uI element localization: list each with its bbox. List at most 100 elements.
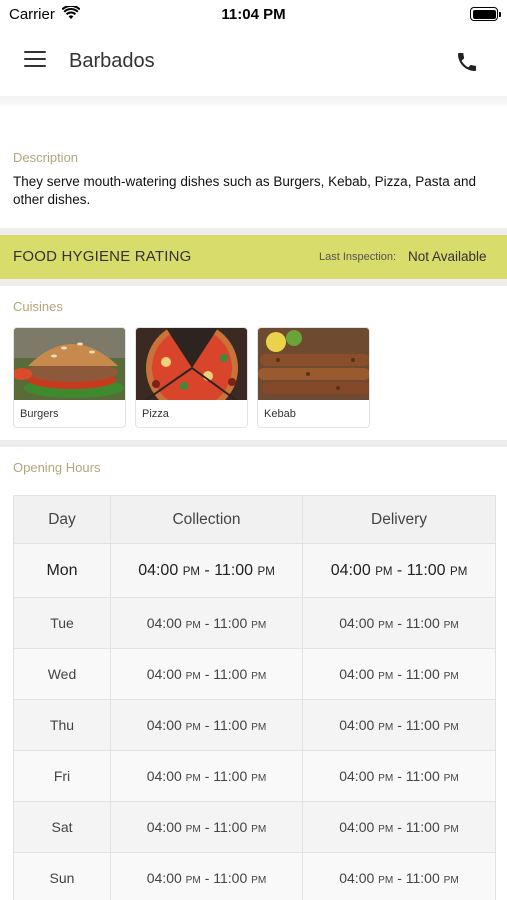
section-divider [0, 279, 507, 286]
description-text: They serve mouth-watering dishes such as… [13, 174, 476, 207]
close-time: 11:00 [213, 717, 248, 733]
open-time: 04:00 [339, 819, 375, 835]
hamburger-menu-icon[interactable] [24, 51, 46, 69]
description-label: Description [13, 150, 79, 165]
opening-hours-rows: Mon 04:00 PM - 11:00 PM 04:00 PM - 11:00 P… [13, 543, 496, 900]
close-time: 11:00 [405, 870, 440, 886]
open-time: 04:00 [146, 717, 182, 733]
delivery-hours-cell: 04:00 PM - 11:00 PM [302, 699, 496, 751]
open-ampm: PM [185, 722, 201, 733]
collection-hours-cell: 04:00 PM - 11:00 PM [110, 750, 303, 802]
close-ampm: PM [443, 875, 459, 886]
delivery-hours-cell: 04:00 PM - 11:00 PM [302, 543, 496, 598]
nav-bar: Barbados [0, 30, 507, 96]
close-ampm: PM [251, 875, 267, 886]
close-time: 11:00 [213, 819, 248, 835]
close-ampm: PM [443, 722, 459, 733]
open-ampm: PM [378, 773, 394, 784]
collection-hours-cell: 04:00 PM - 11:00 PM [110, 597, 303, 649]
delivery-column-header: Delivery [302, 495, 496, 544]
section-divider [0, 228, 507, 235]
open-ampm: PM [378, 824, 394, 835]
close-ampm: PM [251, 671, 267, 682]
opening-hours-label: Opening Hours [13, 460, 101, 475]
close-ampm: PM [251, 773, 267, 784]
close-time: 11:00 [406, 561, 446, 579]
close-time: 11:00 [405, 768, 440, 784]
opening-hours-table: Day Collection Delivery Mon 04:00 PM - 11… [13, 495, 496, 900]
food-hygiene-rating-bar: FOOD HYGIENE RATING Last Inspection: Not… [0, 235, 507, 279]
clock: 11:04 PM [221, 6, 286, 23]
delivery-hours-cell: 04:00 PM - 11:00 PM [302, 597, 496, 649]
time-separator: - [204, 870, 210, 886]
cuisine-name: Burgers [20, 408, 59, 420]
open-time: 04:00 [339, 615, 375, 631]
collection-column-header: Collection [110, 495, 303, 544]
close-time: 11:00 [213, 666, 248, 682]
day-cell: Fri [13, 750, 111, 802]
close-ampm: PM [443, 773, 459, 784]
close-ampm: PM [443, 824, 459, 835]
last-inspection-label: Last Inspection: [319, 251, 397, 263]
close-ampm: PM [443, 620, 459, 631]
close-ampm: PM [450, 565, 468, 578]
status-bar: Carrier 11:04 PM [0, 0, 507, 30]
time-separator: - [204, 819, 210, 835]
section-divider [0, 440, 507, 447]
open-ampm: PM [185, 620, 201, 631]
open-time: 04:00 [339, 768, 375, 784]
day-cell: Sun [13, 852, 111, 900]
collection-hours-cell: 04:00 PM - 11:00 PM [110, 801, 303, 853]
time-separator: - [397, 717, 402, 733]
day-cell: Wed [13, 648, 111, 700]
time-separator: - [204, 561, 210, 579]
cuisine-card-pizza[interactable]: Pizza [135, 327, 248, 428]
open-time: 04:00 [339, 717, 375, 733]
time-separator: - [204, 666, 210, 682]
burger-image [14, 328, 125, 400]
day-cell: Tue [13, 597, 111, 649]
page-title: Barbados [69, 50, 155, 72]
delivery-hours-cell: 04:00 PM - 11:00 PM [302, 852, 496, 900]
open-ampm: PM [378, 620, 394, 631]
close-time: 11:00 [213, 615, 248, 631]
cuisine-name: Pizza [142, 408, 169, 420]
time-separator: - [397, 768, 402, 784]
cuisine-name: Kebab [264, 408, 296, 420]
collection-hours-cell: 04:00 PM - 11:00 PM [110, 699, 303, 751]
open-time: 04:00 [138, 561, 179, 579]
open-time: 04:00 [330, 561, 371, 579]
day-cell: Thu [13, 699, 111, 751]
table-row: Thu 04:00 PM - 11:00 PM 04:00 PM - 11:00 P… [13, 699, 496, 751]
header-shadow [0, 96, 507, 106]
time-separator: - [397, 666, 402, 682]
battery-icon [470, 7, 501, 21]
last-inspection-value: Not Available [408, 249, 487, 264]
time-separator: - [397, 615, 402, 631]
open-time: 04:00 [339, 666, 375, 682]
open-ampm: PM [375, 565, 393, 578]
hygiene-title: FOOD HYGIENE RATING [13, 248, 192, 265]
time-separator: - [397, 870, 402, 886]
open-ampm: PM [378, 722, 394, 733]
open-ampm: PM [185, 671, 201, 682]
phone-icon[interactable] [455, 50, 479, 74]
time-separator: - [204, 717, 210, 733]
table-row: Fri 04:00 PM - 11:00 PM 04:00 PM - 11:00 P… [13, 750, 496, 802]
time-separator: - [396, 561, 403, 579]
close-time: 11:00 [405, 717, 440, 733]
cuisine-card-burgers[interactable]: Burgers [13, 327, 126, 428]
day-cell: Mon [13, 543, 111, 598]
cuisine-card-kebab[interactable]: Kebab [257, 327, 370, 428]
table-row: Sun 04:00 PM - 11:00 PM 04:00 PM - 11:00 P… [13, 852, 496, 900]
collection-hours-cell: 04:00 PM - 11:00 PM [110, 852, 303, 900]
table-row: Mon 04:00 PM - 11:00 PM 04:00 PM - 11:00 P… [13, 543, 496, 598]
kebab-image [258, 328, 369, 400]
open-ampm: PM [185, 875, 201, 886]
table-row: Wed 04:00 PM - 11:00 PM 04:00 PM - 11:00 P… [13, 648, 496, 700]
close-time: 11:00 [405, 615, 440, 631]
time-separator: - [397, 819, 402, 835]
open-ampm: PM [378, 671, 394, 682]
close-time: 11:00 [213, 768, 248, 784]
day-column-header: Day [13, 495, 111, 544]
